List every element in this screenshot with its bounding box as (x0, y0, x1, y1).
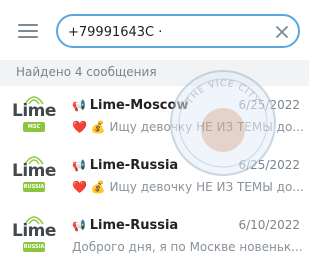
hamburger-icon-line (18, 36, 38, 38)
avatar: Lime RUSSIA (10, 214, 56, 260)
megaphone-icon: 📢 (72, 99, 86, 112)
hamburger-icon-line (18, 24, 38, 26)
close-icon (276, 26, 288, 38)
result-date: 6/25/2022 (238, 158, 300, 172)
logo-badge: MSC (23, 122, 45, 132)
result-date: 6/25/2022 (238, 98, 300, 112)
hamburger-icon-line (18, 30, 38, 32)
result-title: 📢 Lime-Russia (72, 218, 178, 233)
result-title-text: Lime-Russia (89, 218, 179, 233)
megaphone-icon: 📢 (72, 219, 86, 232)
result-preview: ❤️ 💰 Ищу девочку НЕ ИЗ ТЕМЫ до... (72, 180, 304, 194)
preview-text: Доброго дня, я по Москве новеньк... (72, 240, 303, 254)
avatar: Lime MSC (10, 94, 56, 140)
result-preview: Доброго дня, я по Москве новеньк... (72, 240, 304, 254)
logo-wordmark: Lime (12, 221, 56, 241)
search-box (56, 14, 300, 48)
result-title: 📢 Lime-Russia (72, 158, 178, 173)
search-input[interactable] (68, 22, 268, 42)
search-result-item[interactable]: Lime RUSSIA 📢 Lime-Russia 6/10/2022 Добро… (0, 206, 309, 266)
result-title-text: Lime-Russia (89, 158, 179, 173)
logo-badge: RUSSIA (23, 182, 45, 192)
preview-text: Ищу девочку НЕ ИЗ ТЕМЫ до... (109, 120, 304, 134)
logo-wordmark: Lime (12, 101, 56, 121)
megaphone-icon: 📢 (72, 159, 86, 172)
logo-wordmark: Lime (12, 161, 56, 181)
result-title: 📢 Lime-Moscow (72, 98, 188, 113)
preview-text: Ищу девочку НЕ ИЗ ТЕМЫ до... (109, 180, 304, 194)
result-title-text: Lime-Moscow (89, 98, 189, 113)
preview-emoji: ❤️ 💰 (72, 120, 106, 134)
result-preview: ❤️ 💰 Ищу девочку НЕ ИЗ ТЕМЫ до... (72, 120, 304, 134)
hamburger-menu-button[interactable] (18, 22, 38, 38)
search-result-item[interactable]: Lime RUSSIA 📢 Lime-Russia 6/25/2022 ❤️ 💰 … (0, 146, 309, 206)
results-count-header: Найдено 4 сообщения (0, 60, 309, 86)
avatar: Lime RUSSIA (10, 154, 56, 200)
clear-search-button[interactable] (272, 22, 292, 42)
results-count-label: Найдено 4 сообщения (16, 65, 157, 79)
result-date: 6/10/2022 (238, 218, 300, 232)
logo-badge: RUSSIA (23, 242, 45, 252)
top-bar (0, 0, 309, 60)
search-result-item[interactable]: Lime MSC 📢 Lime-Moscow 6/25/2022 ❤️ 💰 Ищу… (0, 86, 309, 146)
preview-emoji: ❤️ 💰 (72, 180, 106, 194)
